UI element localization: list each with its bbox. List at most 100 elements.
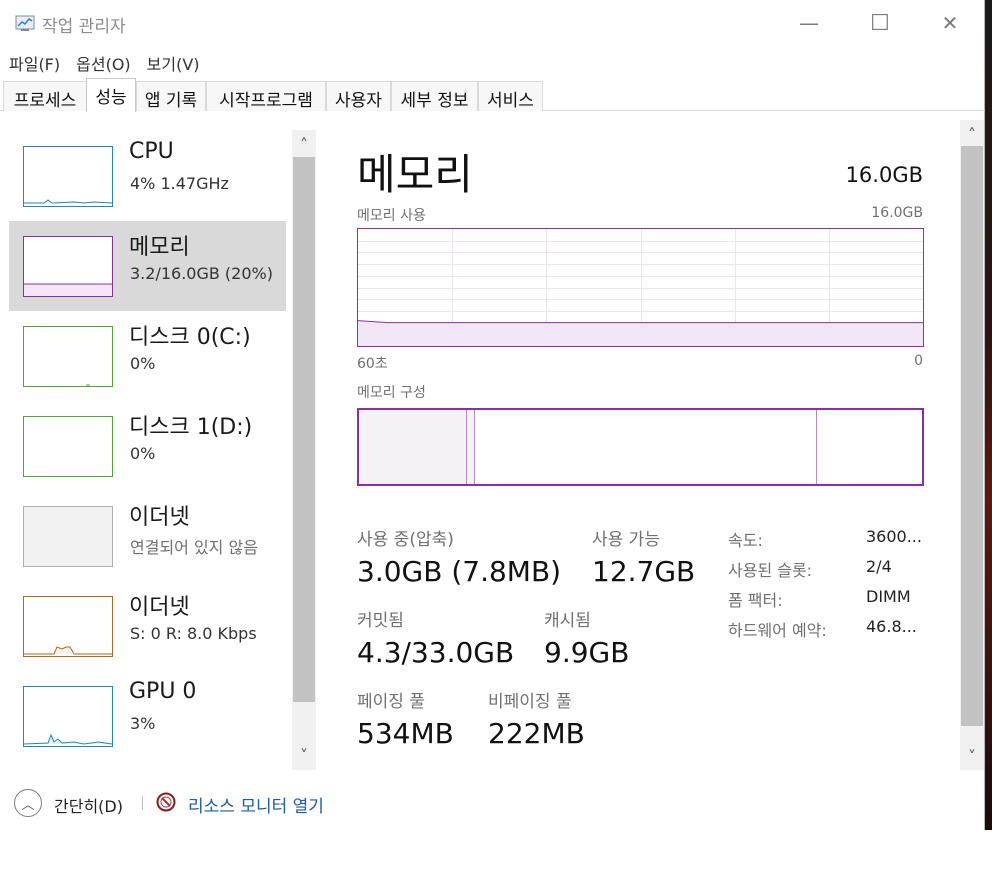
memory-usage-line bbox=[358, 320, 923, 324]
paged-pool-value: 534MB bbox=[357, 717, 454, 750]
resource-monitor-icon bbox=[156, 792, 176, 812]
tab-performance[interactable]: 성능 bbox=[86, 78, 136, 112]
sidebar-item-label: 이더넷 bbox=[129, 505, 190, 530]
maximize-icon: ☐ bbox=[870, 10, 890, 36]
speed-value: 3600... bbox=[866, 527, 922, 546]
gpu-thumbnail-graph bbox=[23, 686, 113, 747]
memory-composition-graph bbox=[357, 408, 924, 486]
slots-used-value: 2/4 bbox=[866, 557, 892, 576]
sidebar-item-detail: 연결되어 있지 않음 bbox=[130, 538, 258, 557]
title-bar: 작업 관리자 — ☐ ✕ bbox=[0, 0, 985, 46]
hardware-reserved-label: 하드웨어 예약: bbox=[728, 621, 827, 640]
scrollbar-thumb[interactable] bbox=[961, 146, 983, 726]
nonpaged-pool-label: 비페이징 풀 bbox=[488, 692, 572, 712]
tab-bar: 프로세스 성능 앱 기록 시작프로그램 사용자 세부 정보 서비스 bbox=[0, 78, 985, 112]
page-title: 메모리 bbox=[357, 150, 473, 199]
ethernet-thumbnail-graph bbox=[23, 596, 113, 657]
window-title: 작업 관리자 bbox=[42, 17, 126, 37]
available-value: 12.7GB bbox=[592, 555, 696, 588]
composition-graph-label: 메모리 구성 bbox=[357, 385, 426, 401]
speed-label: 속도: bbox=[728, 531, 763, 550]
sidebar-item-detail: 3% bbox=[130, 714, 156, 733]
slots-used-label: 사용된 슬롯: bbox=[728, 561, 813, 580]
sidebar-item-ethernet-2[interactable]: 이더넷 S: 0 R: 8.0 Kbps bbox=[9, 581, 286, 671]
time-axis-start: 60초 bbox=[357, 356, 388, 372]
close-icon: ✕ bbox=[941, 11, 959, 35]
usage-graph-label: 메모리 사용 bbox=[357, 208, 426, 224]
minimize-icon: — bbox=[799, 11, 819, 35]
main-scrollbar[interactable]: ˄ ˅ bbox=[960, 120, 984, 770]
menu-file[interactable]: 파일(F) bbox=[0, 47, 67, 75]
tab-details[interactable]: 세부 정보 bbox=[391, 81, 478, 111]
sidebar-item-gpu-0[interactable]: GPU 0 3% bbox=[9, 671, 286, 761]
disk-thumbnail-graph bbox=[23, 416, 113, 477]
sidebar-item-detail: 3.2/16.0GB (20%) bbox=[130, 264, 273, 283]
tab-users[interactable]: 사용자 bbox=[326, 81, 391, 111]
sidebar-item-label: GPU 0 bbox=[129, 679, 197, 704]
composition-standby-divider bbox=[816, 410, 817, 484]
form-factor-value: DIMM bbox=[866, 587, 911, 606]
desktop-background bbox=[985, 0, 992, 830]
chevron-up-icon: ︿ bbox=[21, 797, 35, 813]
sidebar-item-detail: 0% bbox=[130, 444, 156, 463]
sidebar-item-label: 디스크 0(C:) bbox=[129, 325, 251, 350]
memory-usage-graph bbox=[357, 228, 924, 347]
cpu-thumbnail-graph bbox=[23, 146, 113, 207]
sidebar-item-disk-0[interactable]: 디스크 0(C:) 0% bbox=[9, 311, 286, 401]
menu-options[interactable]: 옵션(O) bbox=[67, 47, 138, 75]
scrollbar-thumb[interactable] bbox=[293, 157, 315, 702]
maximize-button[interactable]: ☐ bbox=[845, 0, 915, 46]
menu-bar: 파일(F) 옵션(O) 보기(V) bbox=[0, 47, 207, 75]
sidebar-item-label: CPU bbox=[129, 139, 174, 164]
sidebar-item-disk-1[interactable]: 디스크 1(D:) 0% bbox=[9, 401, 286, 491]
time-axis-end: 0 bbox=[914, 353, 923, 369]
cached-value: 9.9GB bbox=[544, 636, 630, 669]
collapse-button[interactable]: ︿ bbox=[14, 789, 42, 817]
composition-in-use bbox=[359, 410, 467, 484]
in-use-label: 사용 중(압축) bbox=[357, 530, 454, 550]
in-use-value: 3.0GB (7.8MB) bbox=[357, 555, 562, 588]
minimize-button[interactable]: — bbox=[774, 0, 844, 46]
tab-processes[interactable]: 프로세스 bbox=[3, 81, 87, 111]
sidebar-item-detail: S: 0 R: 8.0 Kbps bbox=[130, 624, 257, 643]
sidebar-scrollbar[interactable]: ˄ ˅ bbox=[292, 130, 316, 770]
sidebar-item-memory[interactable]: 메모리 3.2/16.0GB (20%) bbox=[9, 221, 286, 311]
task-manager-icon bbox=[15, 15, 35, 31]
memory-usage-plot bbox=[358, 229, 923, 346]
sidebar-item-label: 디스크 1(D:) bbox=[129, 415, 253, 440]
tab-app-history[interactable]: 앱 기록 bbox=[136, 81, 206, 111]
sidebar-item-label: 이더넷 bbox=[129, 595, 190, 620]
menu-view[interactable]: 보기(V) bbox=[138, 47, 207, 75]
sidebar-item-label: 메모리 bbox=[129, 235, 190, 260]
scroll-up-icon[interactable]: ˄ bbox=[292, 132, 316, 156]
scroll-down-icon[interactable]: ˅ bbox=[960, 744, 984, 768]
sidebar-item-ethernet-1[interactable]: 이더넷 연결되어 있지 않음 bbox=[9, 491, 286, 581]
fewer-details-link[interactable]: 간단히(D) bbox=[54, 793, 123, 817]
scroll-up-icon[interactable]: ˄ bbox=[960, 122, 984, 146]
tab-services[interactable]: 서비스 bbox=[478, 81, 543, 111]
footer-bar: ︿ 간단히(D) 리소스 모니터 열기 bbox=[0, 776, 985, 830]
cached-label: 캐시됨 bbox=[544, 611, 591, 631]
footer-divider bbox=[142, 796, 143, 810]
available-label: 사용 가능 bbox=[592, 530, 660, 550]
committed-label: 커밋됨 bbox=[357, 611, 404, 631]
total-memory: 16.0GB bbox=[845, 163, 923, 187]
close-button[interactable]: ✕ bbox=[915, 0, 985, 46]
committed-value: 4.3/33.0GB bbox=[357, 636, 515, 669]
usage-graph-max: 16.0GB bbox=[871, 205, 923, 221]
open-resource-monitor-link[interactable]: 리소스 모니터 열기 bbox=[188, 792, 324, 817]
sidebar-item-cpu[interactable]: CPU 4% 1.47GHz bbox=[9, 131, 286, 221]
nonpaged-pool-value: 222MB bbox=[488, 717, 585, 750]
hardware-reserved-value: 46.8... bbox=[866, 617, 917, 636]
form-factor-label: 폼 팩터: bbox=[728, 591, 783, 610]
sidebar-item-detail: 4% 1.47GHz bbox=[130, 174, 229, 193]
scroll-down-icon[interactable]: ˅ bbox=[292, 743, 316, 767]
ethernet-thumbnail-graph bbox=[23, 506, 113, 567]
task-manager-window: 작업 관리자 — ☐ ✕ 파일(F) 옵션(O) 보기(V) 프로세스 성능 앱… bbox=[0, 0, 985, 830]
tab-startup[interactable]: 시작프로그램 bbox=[206, 81, 326, 111]
memory-usage-area bbox=[358, 320, 923, 346]
paged-pool-label: 페이징 풀 bbox=[357, 692, 425, 712]
memory-detail-panel: 메모리 16.0GB 메모리 사용 16.0GB 60초 0 메모리 구성 사용… bbox=[330, 111, 955, 771]
sidebar-item-detail: 0% bbox=[130, 354, 156, 373]
disk-thumbnail-graph bbox=[23, 326, 113, 387]
